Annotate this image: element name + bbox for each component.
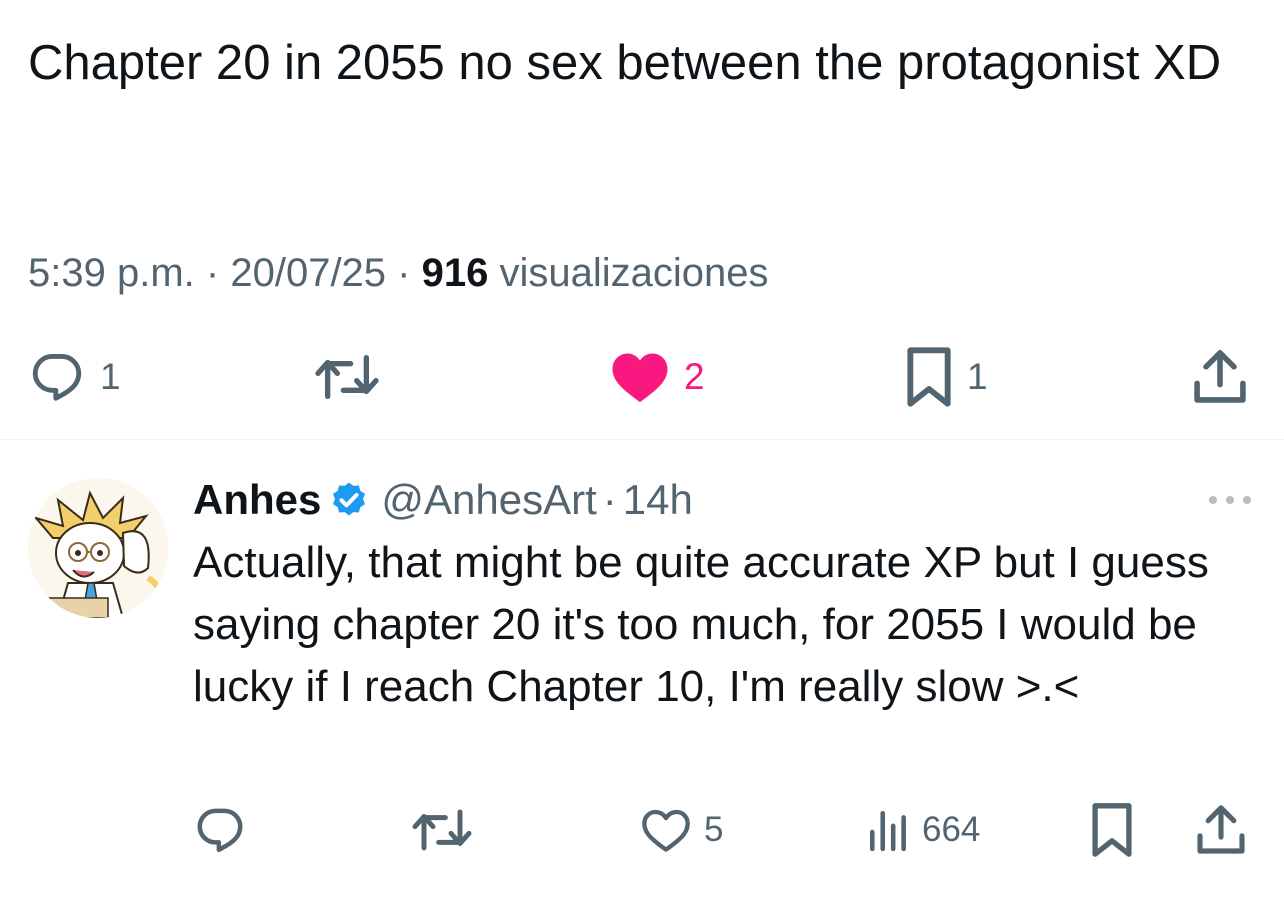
reply-bookmark-button[interactable] — [1090, 795, 1134, 865]
tweet-action-bar: 1 2 1 — [0, 340, 1284, 414]
share-button[interactable] — [1192, 340, 1248, 414]
header-separator: · — [602, 476, 617, 523]
reply-time[interactable]: 14h — [623, 476, 693, 524]
reply-icon — [197, 808, 243, 853]
retweet-button[interactable] — [312, 340, 382, 414]
analytics-icon — [869, 810, 906, 852]
retweet-icon — [315, 355, 379, 399]
reply-retweet-button[interactable] — [410, 795, 474, 865]
bookmark-icon — [1092, 803, 1132, 857]
avatar-image — [28, 478, 168, 618]
tweet-date[interactable]: 20/07/25 — [230, 251, 386, 295]
views-label: visualizaciones — [499, 251, 769, 295]
heart-outline-icon — [642, 809, 690, 852]
reply-views-button[interactable]: 664 — [868, 795, 980, 865]
bookmark-button[interactable]: 1 — [905, 340, 988, 414]
reply-text: Actually, that might be quite accurate X… — [193, 538, 1209, 711]
more-options-button[interactable] — [1205, 490, 1255, 510]
bookmark-count: 1 — [967, 356, 988, 397]
reply-view-count: 664 — [922, 810, 981, 849]
reply-button[interactable]: 1 — [28, 340, 121, 414]
avatar[interactable] — [28, 478, 168, 618]
reply-tweet[interactable]: Anhes @AnhesArt · 14h Actually, that mig… — [0, 440, 1284, 909]
meta-separator: · — [205, 251, 220, 295]
author-name[interactable]: Anhes — [193, 476, 321, 524]
bookmark-icon — [907, 347, 951, 407]
reply-share-button[interactable] — [1195, 795, 1247, 865]
reply-icon — [32, 354, 82, 401]
meta-separator: · — [397, 251, 411, 295]
reply-count: 1 — [100, 356, 121, 397]
reply-reply-button[interactable] — [193, 795, 247, 865]
like-button[interactable]: 2 — [610, 340, 705, 414]
reply-like-count: 5 — [704, 810, 724, 849]
retweet-icon — [412, 809, 472, 851]
more-icon — [1209, 496, 1251, 504]
reply-header: Anhes @AnhesArt · 14h — [193, 472, 693, 528]
reply-like-button[interactable]: 5 — [640, 795, 723, 865]
share-icon — [1194, 350, 1246, 403]
reply-action-bar: 5 664 — [0, 795, 1284, 865]
like-count: 2 — [684, 356, 705, 397]
tweet-time[interactable]: 5:39 p.m. — [28, 251, 195, 295]
heart-filled-icon — [612, 353, 668, 402]
views-count: 916 — [421, 251, 489, 295]
share-icon — [1197, 805, 1245, 854]
tweet-meta: 5:39 p.m. · 20/07/25 · 916 visualizacion… — [28, 248, 769, 298]
author-handle[interactable]: @AnhesArt — [381, 476, 596, 524]
tweet-text: Chapter 20 in 2055 no sex between the pr… — [28, 36, 1222, 90]
verified-badge-icon — [329, 480, 369, 520]
